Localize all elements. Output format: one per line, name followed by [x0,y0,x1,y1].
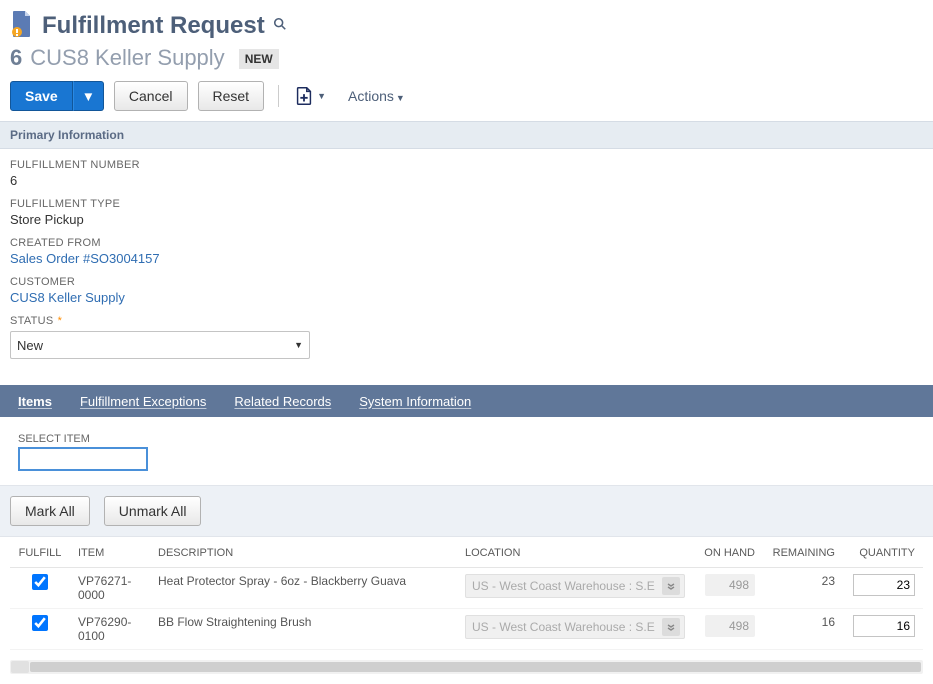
record-name: CUS8 Keller Supply [30,45,224,71]
quantity-input[interactable] [853,574,915,596]
mark-all-button[interactable]: Mark All [10,496,90,526]
cell-description: Heat Protector Spray - 6oz - Blackberry … [150,568,457,609]
tab-system-information[interactable]: System Information [345,385,485,417]
col-on-hand: ON HAND [693,537,763,568]
save-button[interactable]: Save [10,81,73,111]
record-id: 6 [10,45,22,71]
save-dropdown-button[interactable]: ▼ [73,81,104,111]
customer-label: CUSTOMER [10,276,923,288]
tab-items[interactable]: Items [4,385,66,417]
created-from-link[interactable]: Sales Order #SO3004157 [10,251,923,266]
col-item: ITEM [70,537,150,568]
divider [278,85,279,107]
col-description: DESCRIPTION [150,537,457,568]
tab-related-records[interactable]: Related Records [220,385,345,417]
cell-description: BB Flow Straightening Brush [150,609,457,650]
table-row: VP76290-0100 BB Flow Straightening Brush… [10,609,923,650]
fulfillment-type-label: FULFILLMENT TYPE [10,198,923,210]
location-value: US - West Coast Warehouse : S.E [472,620,655,634]
location-select[interactable]: US - West Coast Warehouse : S.E [465,574,685,598]
reset-button[interactable]: Reset [198,81,265,111]
status-select[interactable]: New ▼ [10,331,310,359]
actions-menu[interactable]: Actions▼ [348,88,405,104]
tab-fulfillment-exceptions[interactable]: Fulfillment Exceptions [66,385,220,417]
status-label: STATUS* [10,315,923,327]
unmark-all-button[interactable]: Unmark All [104,496,202,526]
tab-bar: Items Fulfillment Exceptions Related Rec… [0,385,933,417]
created-from-label: CREATED FROM [10,237,923,249]
fulfill-checkbox[interactable] [32,574,48,590]
status-badge: NEW [239,49,279,69]
fulfillment-number-value: 6 [10,173,923,188]
select-item-label: SELECT ITEM [18,433,923,445]
cell-item: VP76290-0100 [70,609,150,650]
col-remaining: REMAINING [763,537,843,568]
search-icon[interactable] [273,17,287,34]
fulfillment-number-label: FULFILLMENT NUMBER [10,159,923,171]
cell-remaining: 16 [763,609,843,650]
fulfillment-type-value: Store Pickup [10,212,923,227]
status-select-value: New [17,338,43,353]
action-bar: Save ▼ Cancel Reset ▼ Actions▼ [0,71,933,121]
items-table: FULFILL ITEM DESCRIPTION LOCATION ON HAN… [10,537,923,650]
col-quantity: QUANTITY [843,537,923,568]
location-select[interactable]: US - West Coast Warehouse : S.E [465,615,685,639]
page-title: Fulfillment Request [42,12,265,40]
cell-on-hand: 498 [705,615,755,637]
cell-on-hand: 498 [705,574,755,596]
select-item-input[interactable] [18,447,148,471]
save-button-group: Save ▼ [10,81,104,111]
cancel-button[interactable]: Cancel [114,81,188,111]
chevron-down-icon [662,618,680,636]
customize-icon[interactable]: ▼ [293,85,326,107]
section-primary-info-header: Primary Information [0,121,933,149]
chevron-down-icon: ▼ [294,340,303,350]
page-icon [10,10,34,41]
horizontal-scrollbar[interactable] [10,660,923,674]
location-value: US - West Coast Warehouse : S.E [472,579,655,593]
chevron-down-icon [662,577,680,595]
fulfill-checkbox[interactable] [32,615,48,631]
col-location: LOCATION [457,537,693,568]
customer-link[interactable]: CUS8 Keller Supply [10,290,923,305]
table-row: VP76271-0000 Heat Protector Spray - 6oz … [10,568,923,609]
cell-remaining: 23 [763,568,843,609]
cell-item: VP76271-0000 [70,568,150,609]
col-fulfill: FULFILL [10,537,70,568]
quantity-input[interactable] [853,615,915,637]
actions-menu-label: Actions [348,88,394,104]
